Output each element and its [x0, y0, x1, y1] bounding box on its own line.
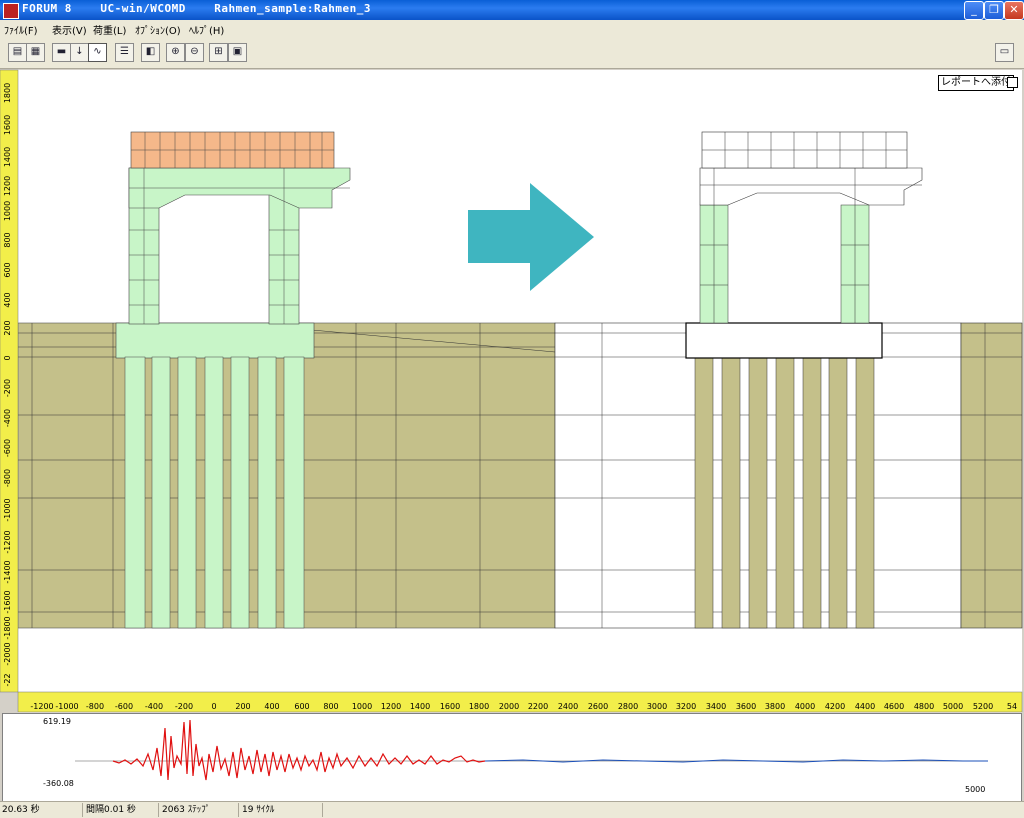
table-icon[interactable]: ☰	[115, 43, 134, 62]
hruler-label: 3000	[647, 702, 667, 711]
grid-icon[interactable]: ▦	[26, 43, 45, 62]
open-icon[interactable]: ▤	[8, 43, 27, 62]
hruler-label: 4800	[914, 702, 934, 711]
vruler-label: -1600	[3, 590, 12, 613]
vruler-label: 1800	[3, 83, 12, 103]
vruler-label: -600	[3, 439, 12, 457]
model-icon[interactable]: ▬	[52, 43, 71, 62]
hruler-label: 200	[235, 702, 250, 711]
hruler-label: 4600	[884, 702, 904, 711]
title-bar: FORUM 8 UC-win/WCOMD Rahmen_sample:Rahme…	[0, 0, 1024, 20]
hruler-label: 2400	[558, 702, 578, 711]
report-attach-button[interactable]: レポートへ添付	[938, 75, 1014, 91]
vruler-label: 1400	[3, 147, 12, 167]
layer-icon[interactable]: ◧	[141, 43, 160, 62]
hruler-label: 4400	[855, 702, 875, 711]
graph-xmax-label: 5000	[965, 785, 985, 794]
vruler-label: 200	[3, 320, 12, 335]
vruler-label: 1000	[3, 201, 12, 221]
hruler-label: -600	[115, 702, 133, 711]
vruler-label: -1200	[3, 530, 12, 553]
hruler-label: 1600	[440, 702, 460, 711]
vruler-label: 600	[3, 262, 12, 277]
hruler-label: 2000	[499, 702, 519, 711]
report-checkbox[interactable]	[1007, 77, 1018, 88]
hruler-label: 5200	[973, 702, 993, 711]
zoom-in-icon[interactable]: ⊕	[166, 43, 185, 62]
hruler-label: 4200	[825, 702, 845, 711]
hruler-label: 800	[323, 702, 338, 711]
hruler-label: -400	[145, 702, 163, 711]
hruler-label: 2600	[588, 702, 608, 711]
status-interval: 間隔0.01 秒	[84, 803, 159, 817]
menu-load[interactable]: 荷重(L)	[93, 22, 126, 37]
hruler-label: 600	[294, 702, 309, 711]
hruler-label: 2200	[528, 702, 548, 711]
vruler-label: 0	[3, 355, 12, 360]
hruler-label: 1800	[469, 702, 489, 711]
vruler-label: -800	[3, 469, 12, 487]
hruler-label: 1200	[381, 702, 401, 711]
fit-icon[interactable]: ⊞	[209, 43, 228, 62]
graph-ymin-label: -360.08	[43, 779, 74, 788]
vruler-label: 400	[3, 292, 12, 307]
hruler-label: -1000	[55, 702, 78, 711]
wave-icon[interactable]: ∿	[88, 43, 107, 62]
hruler-label: -1200	[30, 702, 53, 711]
close-button[interactable]: ✕	[1004, 1, 1024, 20]
status-time: 20.63 秒	[0, 803, 83, 817]
hruler-label: 3400	[706, 702, 726, 711]
vruler-label: 1200	[3, 176, 12, 196]
graph-ymax-label: 619.19	[43, 717, 71, 726]
load-arrow-icon[interactable]: ↓	[70, 43, 89, 62]
vruler-label: 1600	[3, 115, 12, 135]
minimize-button[interactable]: _	[964, 1, 984, 20]
maximize-button[interactable]: ❐	[984, 1, 1004, 20]
vruler-label: -1800	[3, 616, 12, 639]
hruler-label: 2800	[618, 702, 638, 711]
hruler-label: 1000	[352, 702, 372, 711]
drawing-canvas[interactable]: 1800 1600 1400 1200 1000 800 600 400 200…	[0, 68, 1024, 712]
waveform-active	[112, 719, 486, 781]
vruler-label: -200	[3, 379, 12, 397]
hruler-label: 5000	[943, 702, 963, 711]
waveform-graph: 619.19 -360.08 5000	[2, 713, 1022, 803]
vruler-label: -400	[3, 409, 12, 427]
hruler-label: 3800	[765, 702, 785, 711]
vruler-label: -1400	[3, 560, 12, 583]
hruler-label: -200	[175, 702, 193, 711]
hruler-label: 3600	[736, 702, 756, 711]
status-bar: 20.63 秒 間隔0.01 秒 2063 ｽﾃｯﾌﾟ 19 ｻｲｸﾙ	[0, 801, 1024, 818]
zoom-out-icon[interactable]: ⊖	[185, 43, 204, 62]
hruler-label: 4000	[795, 702, 815, 711]
hruler-label: 0	[211, 702, 216, 711]
vruler-label: -22	[3, 673, 12, 686]
hruler-label: 54	[1007, 702, 1017, 711]
menu-help[interactable]: ﾍﾙﾌﾟ(H)	[189, 22, 224, 37]
app-icon	[3, 3, 19, 19]
window-title: FORUM 8 UC-win/WCOMD Rahmen_sample:Rahme…	[22, 2, 372, 15]
menu-bar: ﾌｧｲﾙ(F) 表示(V) 荷重(L) ｵﾌﾟｼｮﾝ(O) ﾍﾙﾌﾟ(H)	[0, 20, 1024, 38]
hruler-label: 3200	[676, 702, 696, 711]
frame-icon[interactable]: ▣	[228, 43, 247, 62]
menu-options[interactable]: ｵﾌﾟｼｮﾝ(O)	[135, 22, 181, 37]
status-cycles: 19 ｻｲｸﾙ	[240, 803, 323, 817]
toolbar: ▤ ▦ ▬ ↓ ∿ ☰ ◧ ⊕ ⊖ ⊞ ▣ ▭	[0, 38, 1024, 69]
vruler-label: -2000	[3, 642, 12, 665]
hruler-label: 1400	[410, 702, 430, 711]
hruler-label: 400	[264, 702, 279, 711]
vruler-label: 800	[3, 232, 12, 247]
export-icon[interactable]: ▭	[995, 43, 1014, 62]
status-steps: 2063 ｽﾃｯﾌﾟ	[160, 803, 239, 817]
vruler-label: -1000	[3, 498, 12, 521]
menu-view[interactable]: 表示(V)	[52, 22, 87, 37]
hruler-label: -800	[86, 702, 104, 711]
menu-file[interactable]: ﾌｧｲﾙ(F)	[4, 22, 38, 37]
